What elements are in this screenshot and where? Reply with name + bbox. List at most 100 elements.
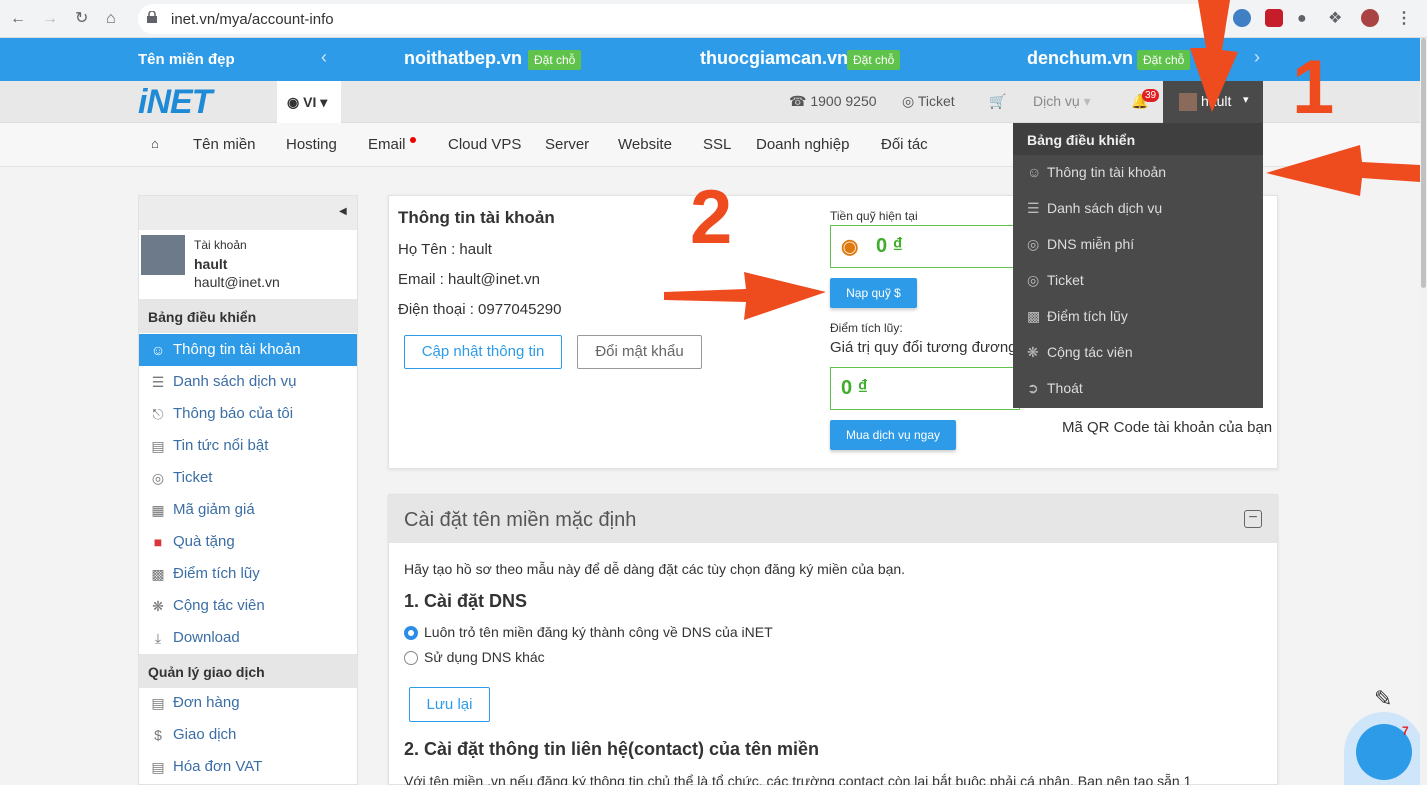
sidebar-item-affiliate[interactable]: ❋ Cộng tác viên [139,590,357,622]
buy-service-button[interactable]: Mua dịch vụ ngay [830,420,956,450]
sidebar-item-download[interactable]: ⤓ Download [139,622,357,654]
card-icon: ▩ [151,566,165,582]
user-circle-icon: ☺ [150,342,166,358]
home-icon[interactable]: ⌂ [106,9,116,29]
promo-domain[interactable]: thuocgiamcan.vn [700,48,848,69]
account-name: hault [194,256,228,272]
reserve-badge[interactable]: Đặt chỗ [528,50,582,70]
scrollbar-thumb[interactable] [1421,38,1426,288]
points-desc: Giá trị quy đổi tương đương [830,339,1017,356]
nav-item[interactable]: Cloud VPS [448,136,521,153]
sidebar-collapse[interactable]: ◀ [139,196,357,230]
reserve-badge[interactable]: Đặt chỗ [847,50,901,70]
nav-item[interactable]: Website [618,136,672,153]
sidebar-item-account-info[interactable]: ☺ Thông tin tài khoản [139,334,357,366]
ticket-link[interactable]: ◎ Ticket [902,93,955,110]
nav-item[interactable]: Doanh nghiệp [756,136,849,153]
forward-icon[interactable]: → [42,9,58,29]
sidebar-item-transactions[interactable]: $ Giao dịch [139,719,357,751]
dropdown-item-services[interactable]: ☰ Danh sách dịch vụ [1027,191,1257,227]
nav-item[interactable]: Tên miền [193,136,256,153]
dropdown-item-account[interactable]: ☺ Thông tin tài khoản [1027,155,1257,191]
sidebar-item-notifications[interactable]: ⎋ Thông báo của tôi [139,398,357,430]
profile-avatar[interactable] [1361,9,1379,27]
points-value: 0 ₫ [841,377,868,399]
dropdown-item-logout[interactable]: ➲ Thoát [1027,371,1257,407]
chevron-right-icon[interactable]: › [1254,47,1260,68]
sidebar-item-coupon[interactable]: ▦ Mã giảm giá [139,494,357,526]
dropdown-item-affiliate[interactable]: ❋ Cộng tác viên [1027,335,1257,371]
change-password-button[interactable]: Đổi mật khẩu [577,335,702,369]
username: hault [1201,93,1232,109]
dropdown-item-points[interactable]: ▩ Điểm tích lũy [1027,299,1257,335]
nav-item[interactable]: Đối tác [881,136,928,153]
avatar [1179,93,1197,111]
reload-icon[interactable]: ↻ [75,9,88,29]
home-icon[interactable]: ⌂ [151,136,159,151]
sidebar-item-vat[interactable]: ▤ Hóa đơn VAT [139,751,357,783]
extension-icon[interactable] [1265,9,1283,27]
dropdown-item-label: Thoát [1047,380,1083,396]
sidebar-item-gifts[interactable]: ■ Quà tặng [139,526,357,558]
list-icon: ☰ [1027,200,1040,216]
sidebar-item-ticket[interactable]: ◎ Ticket [139,462,357,494]
dropdown-item-dns[interactable]: ◎ DNS miễn phí [1027,227,1257,263]
qr-icon: ▦ [151,502,165,518]
language-selector[interactable]: ◉ VI ▾ [277,81,341,123]
edit-icon[interactable]: ✎ [1374,686,1392,712]
chevron-left-icon[interactable]: ‹ [321,47,327,68]
dns-radio-2[interactable] [404,651,418,665]
step-2-label: 2 [690,175,733,260]
sidebar-item-orders[interactable]: ▤ Đơn hàng [139,687,357,719]
globe-icon: ◉ [287,94,300,110]
sidebar-item-label: Mã giảm giá [173,501,255,518]
money-bag-icon: ◉ [841,236,859,258]
sidebar-item-label: Giao dịch [173,726,237,743]
email-line: Email : hault@inet.vn [398,271,540,288]
user-menu[interactable]: hault ▾ [1163,81,1263,123]
dns-radio-1[interactable] [404,626,418,640]
nav-item[interactable]: Hosting [286,136,337,153]
newspaper-icon: ▤ [151,438,165,454]
network-icon: ❋ [152,598,164,614]
dns-option-label: Sử dụng DNS khác [424,649,545,665]
camera-icon[interactable]: ● [1297,9,1307,29]
collapse-icon[interactable]: − [1244,510,1262,528]
extension-icon[interactable] [1233,9,1251,27]
inet-logo[interactable]: iNET [138,85,212,119]
reserve-badge[interactable]: Đặt chỗ [1137,50,1191,70]
sidebar-item-points[interactable]: ▩ Điểm tích lũy [139,558,357,590]
sidebar-item-services[interactable]: ☰ Danh sách dịch vụ [139,366,357,398]
save-button[interactable]: Lưu lại [409,687,490,722]
nav-item[interactable]: SSL [703,136,731,153]
nav-item[interactable]: Server [545,136,589,153]
card-title: Cài đặt tên miền mặc định [404,509,637,531]
dropdown-item-label: Điểm tích lũy [1047,308,1128,324]
contact-title: 2. Cài đặt thông tin liên hệ(contact) củ… [404,739,820,759]
sidebar-section: Quản lý giao dịch [139,654,357,688]
nav-item[interactable]: Email [368,136,406,153]
dropdown-header: Bảng điều khiển [1027,132,1136,148]
promo-domain[interactable]: noithatbep.vn [404,48,522,69]
address-bar[interactable]: inet.vn/mya/account-info [138,4,1228,34]
dropdown-item-ticket[interactable]: ◎ Ticket [1027,263,1257,299]
service-menu[interactable]: Dịch vụ ▾ [1033,93,1091,110]
cart-icon[interactable]: 🛒 [989,93,1006,110]
scrollbar[interactable] [1420,38,1427,785]
update-info-button[interactable]: Cập nhật thông tin [404,335,562,369]
promo-domain[interactable]: denchum.vn [1027,48,1133,69]
sidebar-item-news[interactable]: ▤ Tin tức nổi bật [139,430,357,462]
service-label: Dịch vụ [1033,93,1080,109]
avatar [141,235,185,275]
top-up-button[interactable]: Nạp quỹ $ [830,278,917,308]
phone-icon: ☎ [789,93,807,109]
menu-dots-icon[interactable]: ⋮ [1396,9,1412,29]
account-email: hault@inet.vn [194,274,280,290]
invoice-icon: ▤ [151,759,165,775]
chat-widget[interactable]: 7 [1344,712,1424,785]
sidebar-section: Bảng điều khiển [139,299,357,333]
puzzle-icon[interactable]: ❖ [1328,9,1342,29]
phone-link[interactable]: ☎ 1900 9250 [789,93,877,110]
dns-option-label: Luôn trỏ tên miền đăng ký thành công về … [424,624,773,640]
back-icon[interactable]: ← [10,9,26,29]
